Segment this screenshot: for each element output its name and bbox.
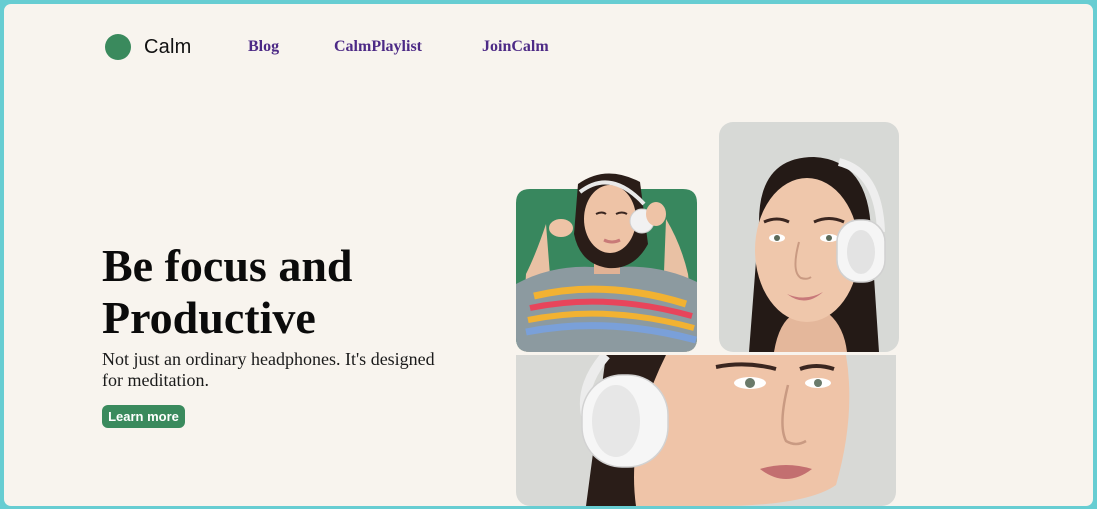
hero-subtitle: Not just an ordinary headphones. It's de… bbox=[102, 349, 435, 390]
learn-more-button[interactable]: Learn more bbox=[102, 405, 185, 428]
hero-title: Be focus and Productive bbox=[102, 240, 353, 343]
page-frame: Calm Blog CalmPlaylist JoinCalm Be focus… bbox=[4, 4, 1093, 506]
nav-link-calmplaylist[interactable]: CalmPlaylist bbox=[334, 38, 422, 56]
logo-text: Calm bbox=[144, 35, 192, 58]
nav-link-joincalm[interactable]: JoinCalm bbox=[482, 38, 549, 56]
logo[interactable]: Calm bbox=[105, 34, 191, 60]
hero-image-portrait bbox=[719, 122, 899, 352]
nav-link-blog[interactable]: Blog bbox=[248, 38, 279, 56]
hero-image-closeup bbox=[516, 355, 896, 506]
hero-image-green bbox=[516, 164, 697, 352]
logo-circle-icon bbox=[105, 34, 131, 60]
